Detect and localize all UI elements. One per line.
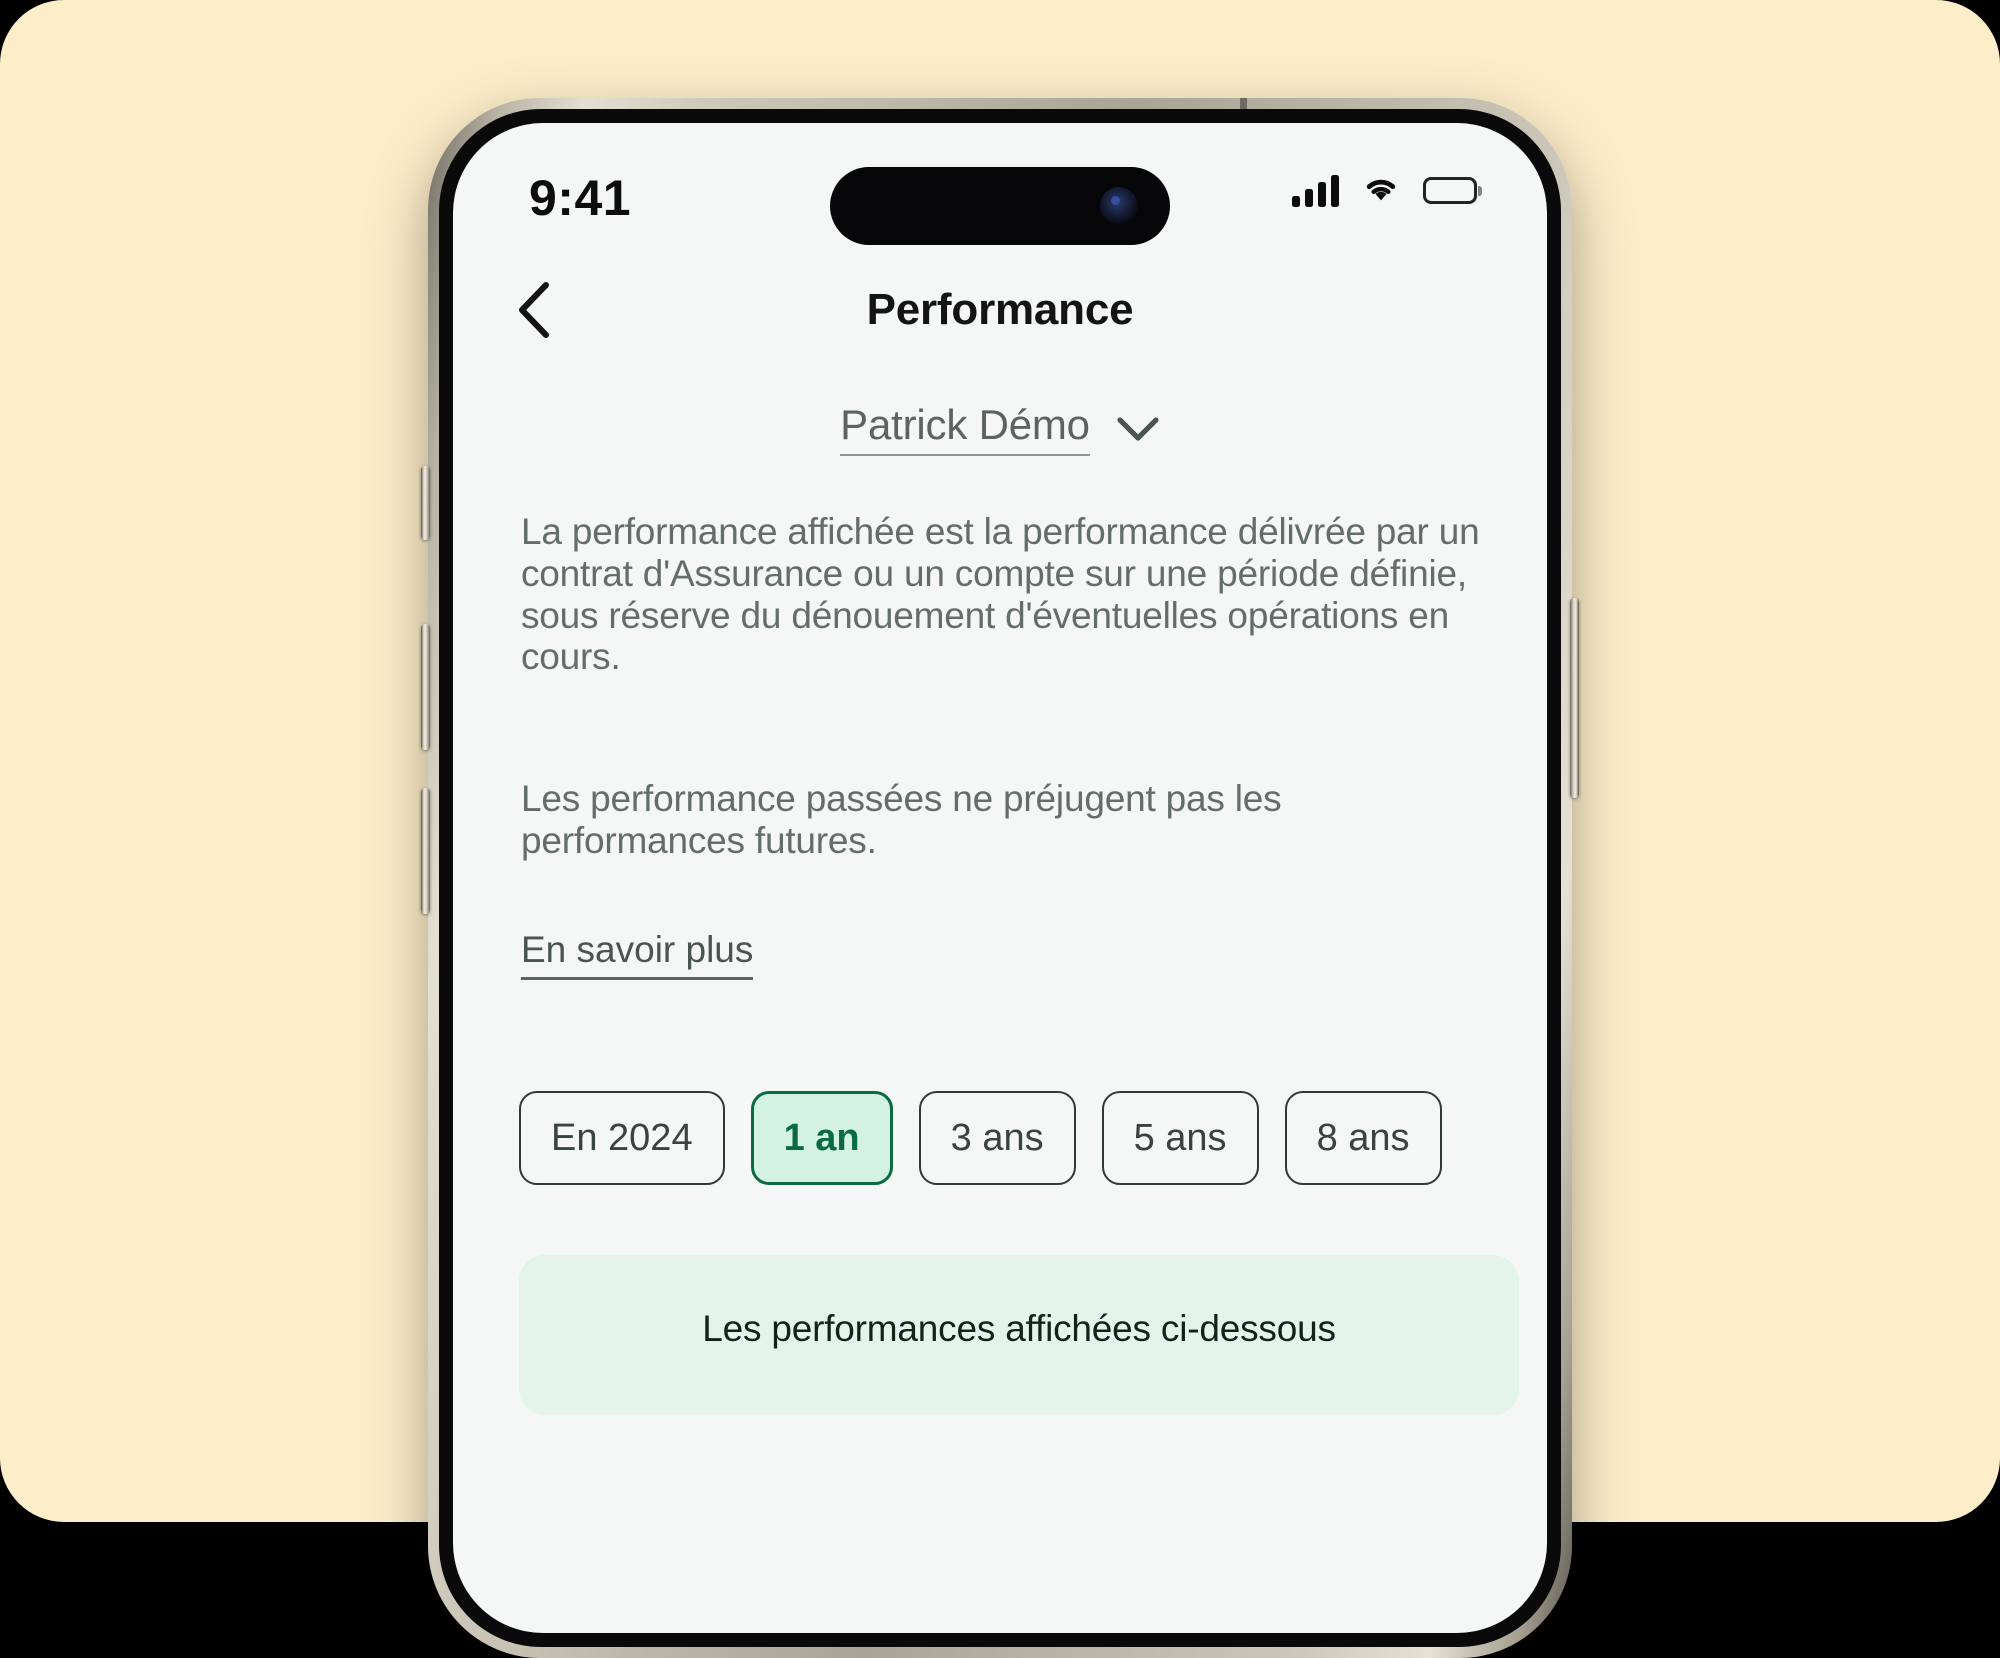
action-button[interactable] [421, 466, 430, 540]
period-chip-8-ans[interactable]: 8 ans [1285, 1091, 1442, 1185]
volume-up-button[interactable] [421, 624, 430, 750]
period-chip-1-an[interactable]: 1 an [751, 1091, 893, 1185]
performance-info-banner: Les performances affichées ci-dessous [519, 1255, 1519, 1415]
banner-text: Les performances affichées ci-dessous [567, 1307, 1471, 1351]
power-button[interactable] [1570, 598, 1579, 798]
volume-down-button[interactable] [421, 788, 430, 914]
disclaimer-paragraph-1: La performance affichée est la performan… [521, 511, 1511, 678]
period-chip-3-ans[interactable]: 3 ans [919, 1091, 1076, 1185]
disclaimer-paragraph-2: Les performance passées ne préjugent pas… [521, 778, 1511, 862]
period-chip-en-2024[interactable]: En 2024 [519, 1091, 725, 1185]
chevron-down-icon [1116, 416, 1160, 442]
learn-more-link[interactable]: En savoir plus [521, 929, 753, 980]
account-name: Patrick Démo [840, 401, 1090, 456]
phone-device: 9:41 [428, 98, 1572, 1658]
screen-content: Patrick Démo La performance affichée est… [453, 123, 1547, 1633]
phone-screen: 9:41 [453, 123, 1547, 1633]
period-filter-group: En 2024 1 an 3 ans 5 ans 8 ans [519, 1091, 1442, 1185]
period-chip-5-ans[interactable]: 5 ans [1102, 1091, 1259, 1185]
account-selector[interactable]: Patrick Démo [453, 401, 1547, 456]
